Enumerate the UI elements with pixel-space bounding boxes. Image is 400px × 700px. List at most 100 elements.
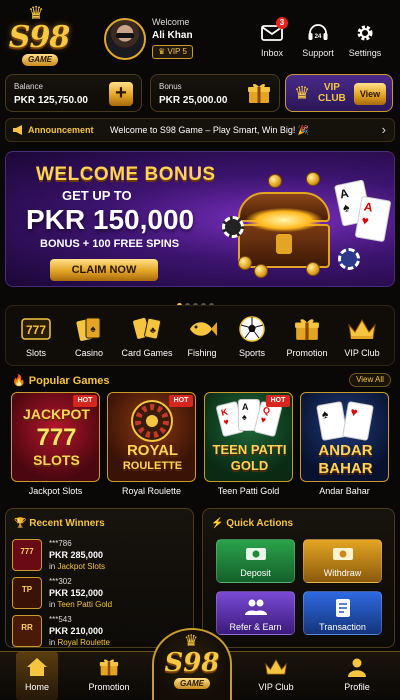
banner-line: BONUS + 100 FREE SPINS — [40, 238, 180, 250]
gift-icon — [248, 83, 270, 103]
user-icon — [348, 658, 366, 677]
game-tile-line1: TEEN PATTI — [212, 442, 287, 457]
brand-logo[interactable]: ♛ S98 GAME — [8, 4, 70, 68]
category-casino[interactable]: ♠ Casino — [61, 314, 117, 358]
deposit-label: Deposit — [240, 568, 271, 578]
vip-club-line2: CLUB — [318, 93, 346, 104]
game-tile[interactable]: ♠ ♥ ANDAR BAHAR — [300, 392, 389, 482]
nav-home[interactable]: Home — [7, 655, 67, 692]
game-card-jackpot-slots[interactable]: JACKPOT 777 SLOTS HOT Jackpot Slots — [11, 392, 100, 500]
category-vip-club[interactable]: VIP Club — [334, 314, 390, 358]
game-tile-line3: SLOTS — [33, 452, 80, 468]
winner-game-thumb: 777 — [12, 539, 42, 571]
recent-winners-title: Recent Winners — [29, 518, 105, 529]
claim-now-button[interactable]: CLAIM NOW — [50, 259, 158, 281]
quick-actions-panel: ⚡ Quick Actions Deposit Withdraw Refer &… — [202, 508, 395, 648]
winner-game-prefix: in — [49, 562, 56, 571]
game-tile-line1: ANDAR — [318, 442, 373, 459]
game-tile-line2: 777 — [36, 424, 77, 451]
winner-amount: PKR 285,000 — [49, 550, 104, 560]
banner-amount: PKR 150,000 — [26, 204, 195, 235]
category-fishing[interactable]: Fishing — [174, 314, 230, 358]
support-button[interactable]: 24 Support — [296, 20, 340, 58]
avatar-glasses — [116, 33, 134, 38]
promo-banner[interactable]: WELCOME BONUS GET UP TO PKR 150,000 BONU… — [5, 151, 395, 287]
user-name: Ali Khan — [152, 30, 193, 41]
cash-icon — [245, 548, 266, 560]
fish-icon — [190, 322, 217, 336]
game-tile-line2: BAHAR — [318, 460, 373, 477]
vip-view-button[interactable]: View — [354, 83, 386, 105]
winner-user: ***786 — [49, 539, 72, 548]
winner-row[interactable]: TP ***302 PKR 152,000 in Teen Patti Gold — [12, 575, 192, 613]
settings-label: Settings — [348, 48, 382, 58]
vip-level-badge[interactable]: ♛ VIP 5 — [152, 45, 193, 59]
balance-label: Balance — [14, 82, 43, 91]
game-card-andar-bahar[interactable]: ♠ ♥ ANDAR BAHAR Andar Bahar — [300, 392, 389, 500]
game-tile[interactable]: K ♥ A ♠ Q ♥ TEEN PATTI GOLD HOT — [204, 392, 293, 482]
view-all-button[interactable]: View All — [349, 373, 391, 387]
center-home-logo[interactable]: ♛ S98 GAME — [152, 628, 232, 700]
announcement-text: Welcome to S98 Game – Play Smart, Win Bi… — [110, 125, 310, 135]
avatar[interactable] — [104, 18, 146, 60]
svg-text:24: 24 — [315, 34, 322, 40]
center-logo-text: S98 — [164, 648, 220, 678]
support-label: Support — [302, 48, 334, 58]
winner-amount: PKR 152,000 — [49, 588, 104, 598]
banner-pagination[interactable] — [177, 295, 227, 308]
crown-icon — [264, 659, 288, 675]
category-sports[interactable]: Sports — [224, 314, 280, 358]
category-promotion[interactable]: Promotion — [279, 314, 335, 358]
winner-game-name: Royal Roulette — [57, 638, 110, 647]
soccer-ball-icon — [239, 316, 265, 342]
game-card-royal-roulette[interactable]: ROYAL ROULETTE HOT Royal Roulette — [107, 392, 196, 500]
winner-user: ***302 — [49, 577, 72, 586]
nav-profile[interactable]: Profile — [327, 655, 387, 692]
playing-card-image: ♥ — [342, 401, 374, 441]
winner-user: ***543 — [49, 615, 72, 624]
banner-subtitle: GET UP TO — [62, 188, 132, 203]
casino-chip-image — [222, 216, 244, 238]
game-caption: Jackpot Slots — [28, 486, 83, 496]
category-label: Fishing — [187, 348, 217, 358]
settings-button[interactable]: Settings — [343, 20, 387, 58]
playing-cards-icon: ♣ — [133, 317, 162, 340]
category-label: VIP Club — [344, 348, 380, 358]
announcement-bar[interactable]: Announcement Welcome to S98 Game – Play … — [5, 118, 395, 142]
popular-games-heading: 🔥 Popular Games — [12, 374, 109, 387]
refer-earn-label: Refer & Earn — [229, 622, 282, 632]
category-slots[interactable]: 777 Slots — [8, 314, 64, 358]
nav-label: Home — [24, 682, 49, 692]
inbox-button[interactable]: 3 Inbox — [250, 17, 294, 58]
game-tile[interactable]: ROYAL ROULETTE HOT — [107, 392, 196, 482]
deposit-button[interactable]: Deposit — [216, 539, 295, 583]
svg-text:♠: ♠ — [90, 324, 96, 335]
refer-earn-button[interactable]: Refer & Earn — [216, 591, 295, 635]
chevron-right-icon[interactable]: › — [382, 122, 386, 137]
bonus-gift-button[interactable] — [247, 81, 271, 110]
nav-promotion[interactable]: Promotion — [79, 655, 139, 692]
winner-row[interactable]: 777 ***786 PKR 285,000 in Jackpot Slots — [12, 537, 192, 575]
category-card-games[interactable]: ♣ Card Games — [119, 314, 175, 358]
game-tile-line1: ROYAL — [126, 442, 179, 459]
fire-icon: 🔥 — [12, 375, 26, 387]
document-icon — [335, 599, 350, 617]
announcement-label: Announcement — [28, 125, 94, 135]
game-tile-line2: ROULETTE — [122, 460, 183, 472]
inbox-badge: 3 — [276, 17, 288, 29]
withdraw-button[interactable]: Withdraw — [303, 539, 382, 583]
category-label: Sports — [238, 348, 265, 358]
category-bar: 777 Slots ♠ Casino ♣ Card Games Fishing … — [5, 305, 395, 366]
welcome-text: Welcome — [152, 17, 190, 27]
banner-title: WELCOME BONUS — [36, 164, 216, 185]
hot-badge: HOT — [266, 395, 290, 407]
transaction-button[interactable]: Transaction — [303, 591, 382, 635]
vip-club-card[interactable]: ♛ VIP CLUB View — [285, 74, 393, 112]
lightning-icon: ⚡ — [211, 518, 224, 529]
game-card-teen-patti-gold[interactable]: K ♥ A ♠ Q ♥ TEEN PATTI GOLD HOT Teen Patti … — [204, 392, 293, 500]
category-label: Casino — [74, 348, 103, 358]
nav-vip-club[interactable]: VIP Club — [246, 655, 306, 692]
game-tile[interactable]: JACKPOT 777 SLOTS HOT — [11, 392, 100, 482]
recent-winners-heading: 🏆 Recent Winners — [14, 518, 105, 529]
add-funds-button[interactable]: + — [109, 82, 133, 106]
